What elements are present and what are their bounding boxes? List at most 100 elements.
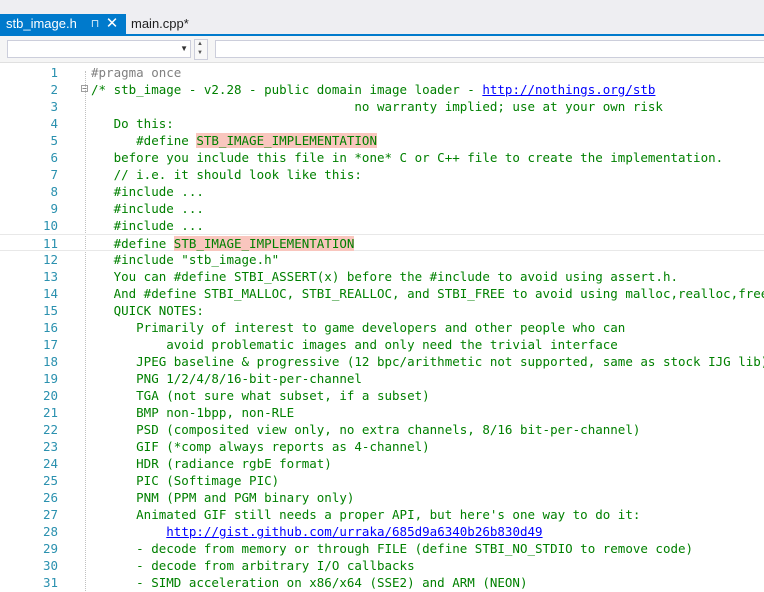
code-fragment: PSD (composited view only, no extra chan… bbox=[91, 422, 641, 437]
code-line[interactable]: 6 before you include this file in *one* … bbox=[0, 149, 764, 166]
line-number: 25 bbox=[42, 473, 58, 488]
code-fragment: PNG 1/2/4/8/16-bit-per-channel bbox=[91, 371, 362, 386]
code-line[interactable]: 17 avoid problematic images and only nee… bbox=[0, 336, 764, 353]
code-line[interactable]: 22 PSD (composited view only, no extra c… bbox=[0, 421, 764, 438]
code-text: #define STB_IMAGE_IMPLEMENTATION bbox=[91, 235, 355, 252]
code-line[interactable]: 13 You can #define STBI_ASSERT(x) before… bbox=[0, 268, 764, 285]
line-number: 15 bbox=[42, 303, 58, 318]
code-line[interactable]: 7 // i.e. it should look like this: bbox=[0, 166, 764, 183]
code-fragment: - SIMD acceleration on x86/x64 (SSE2) an… bbox=[91, 575, 528, 590]
line-number: 22 bbox=[42, 422, 58, 437]
code-text: BMP non-1bpp, non-RLE bbox=[91, 404, 294, 421]
line-number: 23 bbox=[42, 439, 58, 454]
code-line[interactable]: 21 BMP non-1bpp, non-RLE bbox=[0, 404, 764, 421]
code-line[interactable]: 31 - SIMD acceleration on x86/x64 (SSE2)… bbox=[0, 574, 764, 591]
code-line[interactable]: 11 #define STB_IMAGE_IMPLEMENTATION bbox=[0, 234, 764, 251]
code-text: /* stb_image - v2.28 - public domain ima… bbox=[91, 81, 655, 98]
code-fragment: And #define STBI_MALLOC, STBI_REALLOC, a… bbox=[91, 286, 764, 301]
code-fragment: no warranty implied; use at your own ris… bbox=[91, 99, 663, 114]
code-text: PNG 1/2/4/8/16-bit-per-channel bbox=[91, 370, 362, 387]
pin-icon[interactable]: ⊓ bbox=[88, 14, 102, 34]
code-line[interactable]: 26 PNM (PPM and PGM binary only) bbox=[0, 489, 764, 506]
scope-dropdown[interactable]: ▼ bbox=[7, 40, 191, 58]
code-text: You can #define STBI_ASSERT(x) before th… bbox=[91, 268, 678, 285]
line-number: 29 bbox=[42, 541, 58, 556]
line-number: 16 bbox=[42, 320, 58, 335]
collapse-icon[interactable]: − bbox=[81, 85, 88, 93]
code-line[interactable]: 14 And #define STBI_MALLOC, STBI_REALLOC… bbox=[0, 285, 764, 302]
code-line[interactable]: 3 no warranty implied; use at your own r… bbox=[0, 98, 764, 115]
code-text: Primarily of interest to game developers… bbox=[91, 319, 625, 336]
line-number: 30 bbox=[42, 558, 58, 573]
code-line[interactable]: 27 Animated GIF still needs a proper API… bbox=[0, 506, 764, 523]
code-line[interactable]: 15 QUICK NOTES: bbox=[0, 302, 764, 319]
code-line[interactable]: 20 TGA (not sure what subset, if a subse… bbox=[0, 387, 764, 404]
code-fragment: /* stb_image - v2.28 - public domain ima… bbox=[91, 82, 483, 97]
code-text: #pragma once bbox=[91, 64, 181, 81]
split-spinner[interactable]: ▲ ▼ bbox=[194, 39, 208, 60]
code-link[interactable]: http://gist.github.com/urraka/685d9a6340… bbox=[166, 524, 542, 539]
code-editor[interactable]: 1 #pragma once 2 −/* stb_image - v2.28 - pu… bbox=[0, 63, 764, 592]
code-fragment: Animated GIF still needs a proper API, b… bbox=[91, 507, 641, 522]
code-line[interactable]: 28 http://gist.github.com/urraka/685d9a6… bbox=[0, 523, 764, 540]
code-line[interactable]: 12 #include "stb_image.h" bbox=[0, 251, 764, 268]
code-fragment: #pragma once bbox=[91, 65, 182, 80]
code-line[interactable]: 5 #define STB_IMAGE_IMPLEMENTATION bbox=[0, 132, 764, 149]
code-fragment: Primarily of interest to game developers… bbox=[91, 320, 626, 335]
code-text: before you include this file in *one* C … bbox=[91, 149, 724, 166]
code-line[interactable]: 2 −/* stb_image - v2.28 - public domain i… bbox=[0, 81, 764, 98]
tab-main-cpp[interactable]: main.cpp* bbox=[126, 14, 206, 36]
code-text: PIC (Softimage PIC) bbox=[91, 472, 279, 489]
code-line[interactable]: 1 #pragma once bbox=[0, 64, 764, 81]
line-number: 11 bbox=[42, 236, 58, 251]
line-number: 2 bbox=[50, 82, 58, 97]
tab-stb-image-h[interactable]: stb_image.h ⊓ ✕ bbox=[0, 14, 126, 36]
chevron-down-icon[interactable]: ▼ bbox=[180, 44, 188, 53]
code-text: PSD (composited view only, no extra chan… bbox=[91, 421, 640, 438]
close-icon[interactable]: ✕ bbox=[104, 14, 120, 34]
code-text: avoid problematic images and only need t… bbox=[91, 336, 618, 353]
code-fragment: QUICK NOTES: bbox=[91, 303, 204, 318]
arrow-down-icon[interactable]: ▼ bbox=[197, 50, 203, 56]
line-number: 8 bbox=[50, 184, 58, 199]
line-number: 18 bbox=[42, 354, 58, 369]
code-line[interactable]: 23 GIF (*comp always reports as 4-channe… bbox=[0, 438, 764, 455]
code-fragment: HDR (radiance rgbE format) bbox=[91, 456, 332, 471]
code-text: GIF (*comp always reports as 4-channel) bbox=[91, 438, 430, 455]
line-number: 17 bbox=[42, 337, 58, 352]
code-text: Animated GIF still needs a proper API, b… bbox=[91, 506, 640, 523]
code-text: TGA (not sure what subset, if a subset) bbox=[91, 387, 430, 404]
code-link[interactable]: http://nothings.org/stb bbox=[482, 82, 655, 97]
code-text: #include "stb_image.h" bbox=[91, 251, 280, 268]
code-fragment: #define bbox=[91, 236, 174, 251]
code-fragment: - decode from arbitrary I/O callbacks bbox=[91, 558, 415, 573]
tab-label: stb_image.h bbox=[6, 16, 77, 31]
code-line[interactable]: 8 #include ... bbox=[0, 183, 764, 200]
code-fragment: JPEG baseline & progressive (12 bpc/arit… bbox=[91, 354, 764, 369]
line-number: 9 bbox=[50, 201, 58, 216]
code-line[interactable]: 4 Do this: bbox=[0, 115, 764, 132]
code-line[interactable]: 9 #include ... bbox=[0, 200, 764, 217]
arrow-up-icon[interactable]: ▲ bbox=[197, 41, 203, 47]
code-text: And #define STBI_MALLOC, STBI_REALLOC, a… bbox=[91, 285, 764, 302]
line-number: 5 bbox=[50, 133, 58, 148]
line-number: 26 bbox=[42, 490, 58, 505]
line-number: 4 bbox=[50, 116, 58, 131]
highlighted-symbol: STB_IMAGE_IMPLEMENTATION bbox=[196, 133, 377, 148]
member-dropdown[interactable] bbox=[215, 40, 764, 58]
code-fragment: // i.e. it should look like this: bbox=[91, 167, 362, 182]
code-line[interactable]: 29 - decode from memory or through FILE … bbox=[0, 540, 764, 557]
line-number: 31 bbox=[42, 575, 58, 590]
code-text: JPEG baseline & progressive (12 bpc/arit… bbox=[91, 353, 764, 370]
code-line[interactable]: 16 Primarily of interest to game develop… bbox=[0, 319, 764, 336]
navigation-bar: ▼ ▲ ▼ bbox=[0, 36, 764, 63]
code-fragment: avoid problematic images and only need t… bbox=[91, 337, 618, 352]
code-line[interactable]: 10 #include ... bbox=[0, 217, 764, 234]
code-line[interactable]: 30 - decode from arbitrary I/O callbacks bbox=[0, 557, 764, 574]
highlighted-symbol: STB_IMAGE_IMPLEMENTATION bbox=[173, 236, 355, 251]
code-line[interactable]: 25 PIC (Softimage PIC) bbox=[0, 472, 764, 489]
code-fragment: - decode from memory or through FILE (de… bbox=[91, 541, 694, 556]
code-line[interactable]: 24 HDR (radiance rgbE format) bbox=[0, 455, 764, 472]
code-line[interactable]: 19 PNG 1/2/4/8/16-bit-per-channel bbox=[0, 370, 764, 387]
code-line[interactable]: 18 JPEG baseline & progressive (12 bpc/a… bbox=[0, 353, 764, 370]
